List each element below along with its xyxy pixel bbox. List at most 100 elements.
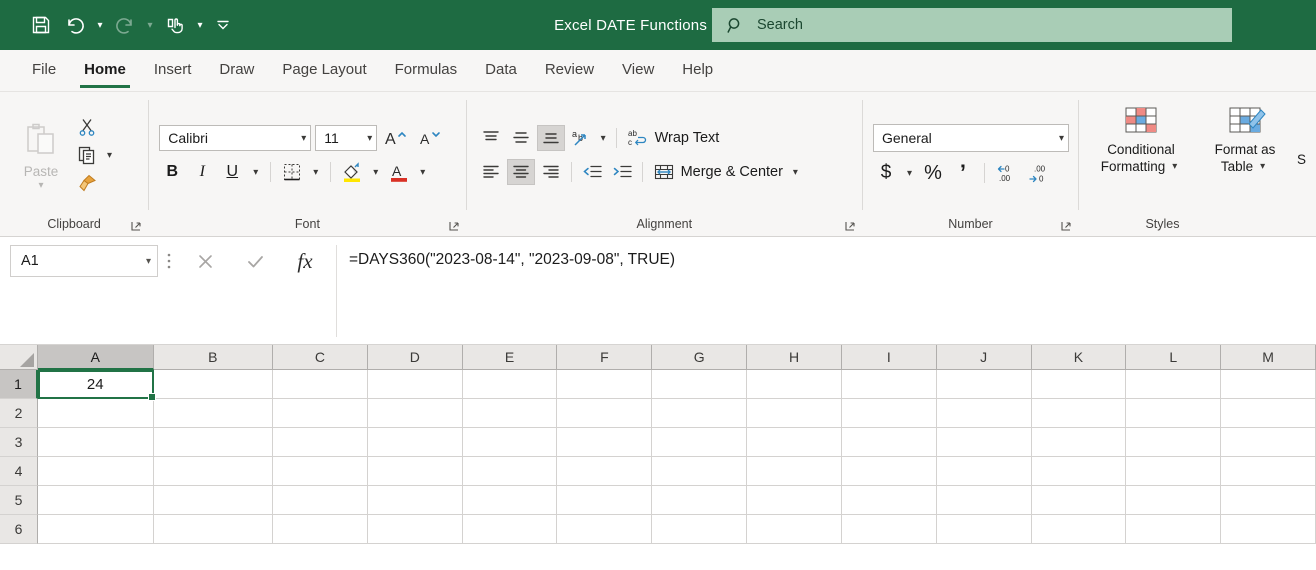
cell-k5[interactable]: [1031, 486, 1127, 515]
bold-button[interactable]: B: [159, 159, 185, 185]
cell-c6[interactable]: [273, 515, 368, 544]
cell-i5[interactable]: [841, 486, 937, 515]
cell-m2[interactable]: [1221, 399, 1316, 428]
cell-a2[interactable]: [38, 399, 154, 428]
increase-font-size-icon[interactable]: A: [381, 125, 411, 151]
cell-b6[interactable]: [153, 515, 274, 544]
italic-button[interactable]: I: [189, 159, 215, 185]
cell-d5[interactable]: [367, 486, 463, 515]
cell-g1[interactable]: [652, 370, 748, 399]
fill-color-dropdown-icon[interactable]: ▾: [369, 167, 382, 178]
tab-draw[interactable]: Draw: [205, 53, 268, 91]
format-as-table-button[interactable]: Format as Table ▾: [1197, 102, 1293, 176]
insert-function-icon[interactable]: fx: [280, 244, 330, 278]
touch-mouse-mode-icon[interactable]: [158, 8, 192, 42]
name-box[interactable]: A1 ▾: [10, 245, 158, 277]
cell-g4[interactable]: [652, 457, 748, 486]
decrease-font-size-icon[interactable]: A: [415, 125, 445, 151]
cell-f5[interactable]: [557, 486, 653, 515]
tab-file[interactable]: File: [18, 53, 70, 91]
accounting-dropdown-icon[interactable]: ▾: [903, 168, 916, 179]
format-painter-icon[interactable]: [74, 171, 100, 195]
cell-k4[interactable]: [1031, 457, 1127, 486]
cell-g6[interactable]: [652, 515, 748, 544]
cell-a4[interactable]: [38, 457, 154, 486]
merge-center-dropdown-icon[interactable]: ▾: [789, 167, 802, 178]
cell-i6[interactable]: [841, 515, 937, 544]
column-header-i[interactable]: I: [841, 345, 937, 370]
save-icon[interactable]: [24, 8, 58, 42]
column-header-g[interactable]: G: [652, 345, 748, 370]
formula-bar-handle[interactable]: [158, 237, 180, 285]
cell-f2[interactable]: [557, 399, 653, 428]
cell-c5[interactable]: [273, 486, 368, 515]
font-dialog-launcher-icon[interactable]: [448, 220, 460, 232]
cell-f4[interactable]: [557, 457, 653, 486]
cell-l5[interactable]: [1126, 486, 1222, 515]
touch-mouse-mode-dropdown-icon[interactable]: ▾: [192, 8, 208, 42]
cell-i1[interactable]: [841, 370, 937, 399]
row-header-4[interactable]: 4: [0, 457, 38, 486]
cell-c2[interactable]: [273, 399, 368, 428]
tab-view[interactable]: View: [608, 53, 668, 91]
paste-dropdown-icon[interactable]: ▾: [38, 180, 43, 191]
copy-dropdown-icon[interactable]: ▾: [103, 150, 116, 161]
cell-m5[interactable]: [1221, 486, 1316, 515]
column-header-m[interactable]: M: [1221, 345, 1316, 370]
cell-g2[interactable]: [652, 399, 748, 428]
cell-a6[interactable]: [38, 515, 154, 544]
align-left-icon[interactable]: [477, 159, 505, 185]
orientation-icon[interactable]: a b: [567, 125, 595, 151]
row-header-3[interactable]: 3: [0, 428, 38, 457]
search-input[interactable]: Search: [712, 8, 1232, 42]
cell-b4[interactable]: [153, 457, 274, 486]
cell-a3[interactable]: [38, 428, 154, 457]
cell-d6[interactable]: [367, 515, 463, 544]
cell-f1[interactable]: [557, 370, 653, 399]
cell-e3[interactable]: [462, 428, 558, 457]
cell-c3[interactable]: [273, 428, 368, 457]
formula-input[interactable]: =DAYS360("2023-08-14", "2023-09-08", TRU…: [336, 245, 1308, 337]
cell-d3[interactable]: [367, 428, 463, 457]
name-box-dropdown-icon[interactable]: ▾: [146, 256, 151, 267]
conditional-formatting-button[interactable]: Conditional Formatting ▾: [1089, 102, 1193, 176]
undo-dropdown-icon[interactable]: ▾: [92, 8, 108, 42]
underline-button[interactable]: U: [219, 159, 245, 185]
bottom-align-icon[interactable]: [536, 125, 565, 151]
cell-e5[interactable]: [462, 486, 558, 515]
font-size-dropdown-icon[interactable]: ▾: [361, 133, 372, 144]
cell-j6[interactable]: [936, 515, 1032, 544]
top-align-icon[interactable]: [477, 125, 505, 151]
cell-a5[interactable]: [38, 486, 154, 515]
cell-a1[interactable]: 24: [38, 370, 156, 401]
cancel-formula-icon[interactable]: [180, 244, 230, 278]
alignment-dialog-launcher-icon[interactable]: [844, 220, 856, 232]
row-header-6[interactable]: 6: [0, 515, 38, 544]
cell-k3[interactable]: [1031, 428, 1127, 457]
comma-style-icon[interactable]: ’: [950, 160, 976, 186]
cell-m6[interactable]: [1221, 515, 1316, 544]
cell-b3[interactable]: [153, 428, 274, 457]
cell-j2[interactable]: [936, 399, 1032, 428]
font-color-dropdown-icon[interactable]: ▾: [416, 167, 429, 178]
row-header-2[interactable]: 2: [0, 399, 38, 428]
cell-j1[interactable]: [936, 370, 1032, 399]
cell-i2[interactable]: [841, 399, 937, 428]
cell-j5[interactable]: [936, 486, 1032, 515]
cell-c4[interactable]: [273, 457, 368, 486]
cell-c1[interactable]: [273, 370, 368, 399]
conditional-formatting-dropdown-icon[interactable]: ▾: [1168, 161, 1181, 174]
tab-insert[interactable]: Insert: [140, 53, 206, 91]
increase-decimal-icon[interactable]: 0 .00: [993, 160, 1021, 186]
cell-l3[interactable]: [1126, 428, 1222, 457]
align-right-icon[interactable]: [537, 159, 565, 185]
row-header-1[interactable]: 1: [0, 370, 38, 399]
select-all-corner[interactable]: [0, 345, 38, 370]
undo-icon[interactable]: [58, 8, 92, 42]
cell-i4[interactable]: [841, 457, 937, 486]
cell-b5[interactable]: [153, 486, 274, 515]
column-header-h[interactable]: H: [747, 345, 842, 370]
tab-review[interactable]: Review: [531, 53, 608, 91]
cell-l1[interactable]: [1126, 370, 1222, 399]
font-size-input[interactable]: 11 ▾: [315, 125, 378, 151]
